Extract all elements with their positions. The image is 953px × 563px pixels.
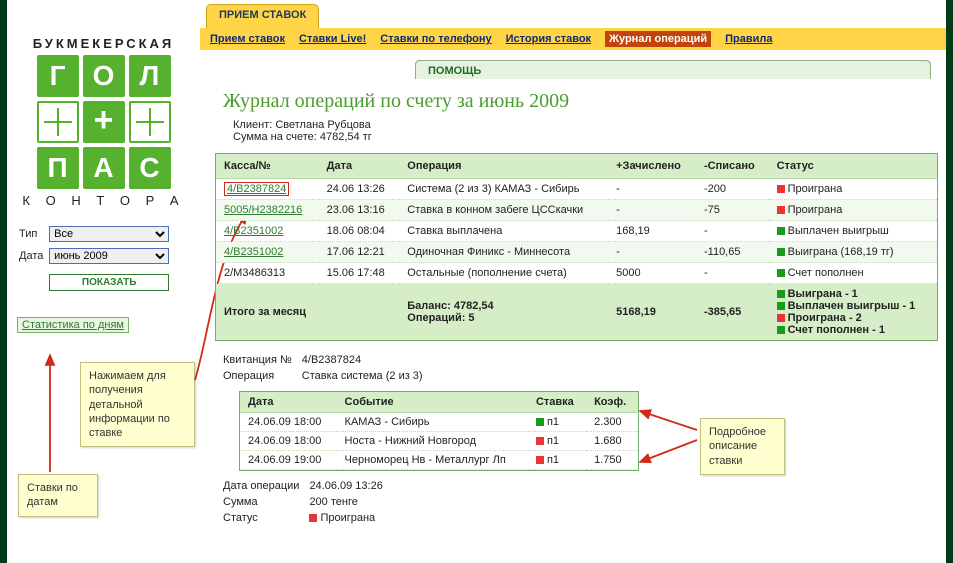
table-row: 4/B238782424.06 13:26Система (2 из 3) КА… (216, 179, 937, 200)
col-op: Операция (399, 154, 608, 179)
table-row: 24.06.09 18:00Носта - Нижний Новгородп11… (240, 432, 638, 451)
col-minus: -Списано (696, 154, 769, 179)
balance-value: 4782,54 тг (320, 131, 372, 143)
annotation-by-date: Ставки по датам (18, 474, 98, 517)
sub-accept[interactable]: Прием ставок (210, 33, 285, 45)
date-label: Дата (19, 246, 47, 266)
col-date: Дата (319, 154, 400, 179)
sub-tabs: Прием ставок Ставки Live! Ставки по теле… (200, 28, 946, 50)
detail-table: Дата Событие Ставка Коэф. 24.06.09 18:00… (239, 391, 639, 471)
col-status: Статус (769, 154, 937, 179)
balance-label: Сумма на счете: (233, 131, 317, 143)
detail-panel: Квитанция №4/B2387824 ОперацияСтавка сис… (215, 351, 938, 527)
page-title: Журнал операций по счету за июнь 2009 (223, 90, 938, 113)
col-plus: +Зачислено (608, 154, 696, 179)
logo-bottom: К О Н Т О Р А (17, 193, 190, 208)
table-row: 2/M348631315.06 17:48Остальные (пополнен… (216, 263, 937, 284)
tab-bets[interactable]: ПРИЕМ СТАВОК (206, 4, 319, 28)
sub-history[interactable]: История ставок (506, 33, 591, 45)
receipt-link[interactable]: 4/B2351002 (224, 225, 283, 237)
client-name: Светлана Рубцова (275, 119, 370, 131)
operations-table: Касса/№ Дата Операция +Зачислено -Списан… (215, 153, 938, 341)
table-row: 4/B235100217.06 12:21Одиночная Финикс - … (216, 242, 937, 263)
show-button[interactable]: ПОКАЗАТЬ (49, 274, 169, 291)
summary-month: Итого за месяц (216, 284, 399, 340)
table-row: 4/B235100218.06 08:04Ставка выплачена168… (216, 221, 937, 242)
receipt-link[interactable]: 4/B2351002 (224, 246, 283, 258)
logo: БУКМЕКЕРСКАЯ Г О Л + П А С К О Н Т О Р А (7, 28, 200, 218)
stats-by-day-link[interactable]: Статистика по дням (17, 317, 129, 333)
summary-status: Выиграна - 1Выплачен выигрыш - 1Проигран… (769, 284, 937, 340)
type-label: Тип (19, 224, 47, 244)
receipt-link[interactable]: 5005/H2382216 (224, 204, 302, 216)
client-label: Клиент: (233, 119, 272, 131)
sub-journal[interactable]: Журнал операций (605, 31, 711, 47)
table-row: 24.06.09 19:00Черноморец Нв - Металлург … (240, 451, 638, 470)
date-select[interactable]: июнь 2009 (49, 248, 169, 264)
col-kassa: Касса/№ (216, 154, 319, 179)
table-row: 5005/H238221623.06 13:16Ставка в конном … (216, 200, 937, 221)
summary-bal: Баланс: 4782,54Операций: 5 (399, 284, 608, 340)
sub-phone[interactable]: Ставки по телефону (380, 33, 491, 45)
sub-rules[interactable]: Правила (725, 33, 772, 45)
annotation-click-detail: Нажимаем для получения детальной информа… (80, 362, 195, 447)
type-select[interactable]: Все (49, 226, 169, 242)
receipt-link[interactable]: 4/B2387824 (224, 182, 289, 196)
filter-panel: Тип Все Дата июнь 2009 ПОКАЗАТЬ (7, 218, 200, 295)
summary-plus: 5168,19 (608, 284, 696, 340)
summary-minus: -385,65 (696, 284, 769, 340)
table-row: 24.06.09 18:00КАМАЗ - Сибирьп12.300 (240, 413, 638, 432)
sub-live[interactable]: Ставки Live! (299, 33, 366, 45)
logo-top: БУКМЕКЕРСКАЯ (17, 36, 190, 51)
main-tabs: ГЛАВНАЯ ПРИЕМ СТАВОК РЕЗУЛЬТАТЫ ТОТАЛИЗА… (200, 0, 946, 28)
